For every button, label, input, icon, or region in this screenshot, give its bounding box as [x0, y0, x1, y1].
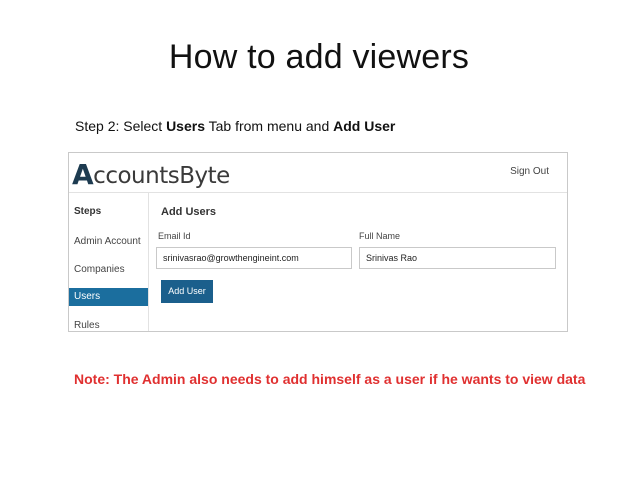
sidebar-item-rules[interactable]: Rules: [69, 317, 148, 335]
logo-text: ccountsByte: [93, 163, 230, 189]
full-name-label: Full Name: [359, 231, 401, 241]
email-field[interactable]: srinivasrao@growthengineint.com: [156, 247, 352, 269]
add-user-button[interactable]: Add User: [161, 280, 213, 303]
app-screenshot: AccountsByte Sign Out Steps Admin Accoun…: [68, 152, 568, 332]
step-prefix: Step 2: Select: [75, 118, 167, 134]
accountsbyte-logo[interactable]: AccountsByte: [72, 157, 230, 191]
sidebar-item-admin-account[interactable]: Admin Account: [69, 233, 148, 251]
app-header: AccountsByte Sign Out: [69, 153, 567, 193]
add-users-title: Add Users: [161, 206, 217, 218]
sign-out-link[interactable]: Sign Out: [510, 166, 549, 177]
logo-initial: A: [72, 158, 94, 191]
admin-note: Note: The Admin also needs to add himsel…: [74, 371, 586, 387]
step-middle: Tab from menu and: [204, 118, 334, 134]
sidebar-heading-steps: Steps: [74, 206, 102, 217]
main-panel: Add Users Email Id srinivasrao@growtheng…: [149, 193, 567, 331]
step-add-user-emphasis: Add User: [333, 118, 396, 134]
slide-title: How to add viewers: [168, 38, 470, 76]
sidebar: Steps Admin Account Companies Users Rule…: [69, 193, 149, 331]
step-users-emphasis: Users: [166, 118, 205, 134]
sidebar-item-companies[interactable]: Companies: [69, 261, 148, 279]
step-instruction: Step 2: Select Users Tab from menu and A…: [75, 118, 395, 134]
full-name-field[interactable]: Srinivas Rao: [359, 247, 556, 269]
sidebar-item-users[interactable]: Users: [69, 288, 148, 306]
email-label: Email Id: [158, 231, 191, 241]
